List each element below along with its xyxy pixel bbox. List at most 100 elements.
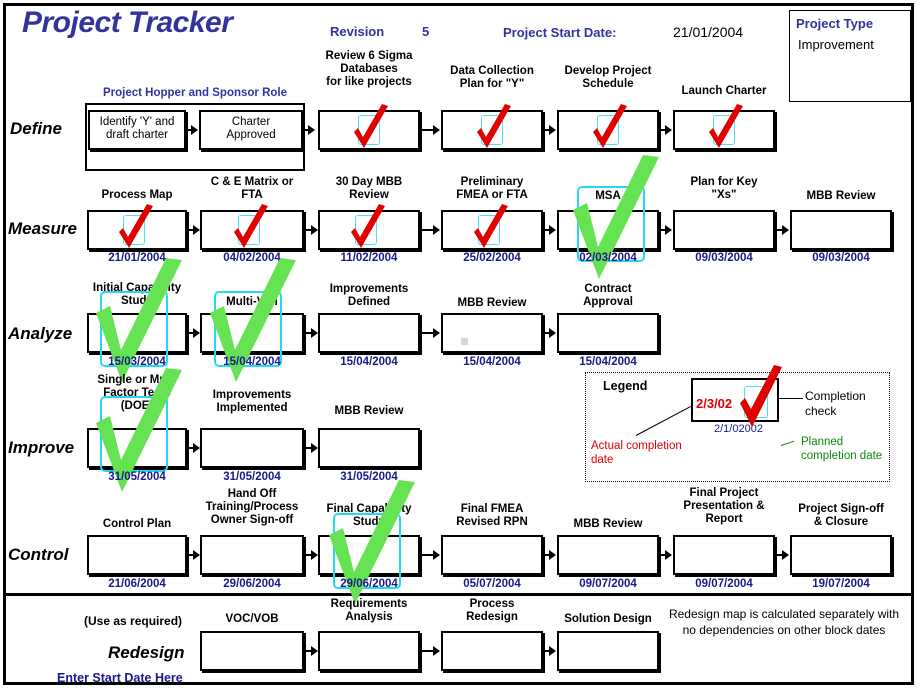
legend-completion-check-label: Completion check [805, 389, 866, 418]
arrow-define-4 [660, 125, 672, 135]
project-start-date-value[interactable]: 21/01/2004 [673, 24, 743, 40]
process-box-control-plan[interactable] [87, 535, 187, 575]
box-label-review-6sigma: Review 6 Sigma Databases for like projects [325, 50, 413, 88]
cyan-mark-define-2 [358, 115, 380, 145]
box-date-project-signoff: 19/07/2004 [812, 578, 870, 590]
process-box-solution-design[interactable] [557, 631, 659, 671]
process-box-project-signoff[interactable] [790, 535, 892, 575]
process-box-hand-off[interactable] [200, 535, 304, 575]
process-box-requirements-analysis[interactable] [318, 631, 420, 671]
process-box-contract-approval[interactable] [557, 313, 659, 353]
process-box-mbb-review-control[interactable] [557, 535, 659, 575]
process-box-mbb-review-improve[interactable] [318, 428, 420, 468]
phase-label-improve: Improve [8, 438, 75, 457]
box-date-improvements-implemented: 31/05/2004 [223, 471, 281, 483]
cyan-mark-measure-2 [355, 215, 377, 245]
redesign-note: Redesign map is calculated separately wi… [668, 607, 900, 637]
row-separator-redesign [3, 593, 914, 596]
legend-cyan-mark [744, 386, 768, 418]
arrow-control-3 [544, 550, 556, 560]
box-label-mbb-review-improve: MBB Review [334, 405, 404, 417]
box-label-requirements-analysis: Requirements Analysis [330, 598, 408, 623]
legend-leader-planned [780, 440, 795, 446]
artifact-square [461, 338, 468, 345]
legend-panel: Legend 2/3/02 2/1/02002 Completion check … [585, 365, 890, 482]
box-label-mbb-review-measure: MBB Review [806, 190, 876, 202]
box-date-mbb-review-analyze: 15/04/2004 [463, 356, 521, 368]
arrow-measure-0 [188, 225, 200, 235]
box-label-final-fmea: Final FMEA Revised RPN [456, 503, 528, 528]
box-date-final-presentation: 09/07/2004 [695, 578, 753, 590]
process-box-plan-key-xs[interactable] [673, 210, 775, 250]
process-box-mbb-review-analyze[interactable] [441, 313, 543, 353]
box-text-identify-y: Identify 'Y' and draft charter [99, 116, 175, 141]
arrow-control-4 [660, 550, 672, 560]
box-label-process-map: Process Map [101, 189, 173, 201]
arrow-analyze-0 [188, 328, 200, 338]
arrow-redesign-2 [544, 646, 556, 656]
box-label-control-plan: Control Plan [102, 518, 172, 530]
hopper-label: Project Hopper and Sponsor Role [102, 87, 288, 99]
cyan-mark-improve-0 [100, 396, 168, 472]
project-start-date-label: Project Start Date: [503, 25, 617, 40]
box-date-plan-key-xs: 09/03/2004 [695, 252, 753, 264]
box-date-improvements-defined: 15/04/2004 [340, 356, 398, 368]
legend-leader-actual [635, 405, 691, 436]
box-date-hand-off: 29/06/2004 [223, 578, 281, 590]
enter-start-date-link[interactable]: Enter Start Date Here [57, 671, 183, 685]
box-label-launch-charter: Launch Charter [681, 85, 767, 97]
process-box-improvements-implemented[interactable] [200, 428, 304, 468]
process-box-process-redesign[interactable] [441, 631, 543, 671]
process-box-improvements-defined[interactable] [318, 313, 420, 353]
project-type-value[interactable]: Improvement [798, 37, 874, 52]
arrow-measure-3 [544, 225, 556, 235]
box-date-process-map: 21/01/2004 [108, 252, 166, 264]
box-date-initial-capability: 15/03/2004 [108, 356, 166, 368]
box-date-control-plan: 21/06/2004 [108, 578, 166, 590]
project-type-box: Project Type Improvement [789, 10, 911, 102]
arrow-analyze-1 [305, 328, 318, 338]
revision-label: Revision [330, 24, 385, 39]
arrow-control-5 [776, 550, 789, 560]
use-as-required-label: (Use as required) [84, 614, 183, 628]
box-label-mbb-review-control: MBB Review [573, 518, 643, 530]
box-date-mbb-review-measure: 09/03/2004 [812, 252, 870, 264]
process-box-voc-vob[interactable] [200, 631, 304, 671]
phase-label-control: Control [8, 545, 69, 564]
box-label-data-collection: Data Collection Plan for "Y" [450, 65, 534, 90]
box-label-improvements-implemented: Improvements Implemented [212, 389, 292, 414]
legend-planned-label: Planned completion date [801, 436, 883, 462]
arrow-define-3 [544, 125, 556, 135]
arrow-measure-5 [776, 225, 789, 235]
box-date-30day-mbb: 11/02/2004 [340, 252, 398, 264]
arrow-define-1 [304, 125, 315, 135]
legend-planned-date: 2/1/02002 [714, 423, 763, 435]
cyan-mark-measure-4 [577, 186, 645, 262]
arrow-improve-0 [188, 443, 200, 453]
process-box-final-fmea[interactable] [441, 535, 543, 575]
box-date-contract-approval: 15/04/2004 [579, 356, 637, 368]
arrow-control-0 [188, 550, 200, 560]
process-box-final-presentation[interactable] [673, 535, 775, 575]
cyan-mark-measure-1 [238, 215, 260, 245]
revision-value[interactable]: 5 [422, 24, 429, 39]
cyan-mark-measure-0 [123, 215, 145, 245]
cyan-mark-measure-3 [478, 215, 500, 245]
box-label-final-presentation: Final Project Presentation & Report [683, 487, 765, 525]
box-label-mbb-review-analyze: MBB Review [457, 297, 527, 309]
arrow-measure-2 [421, 225, 440, 235]
arrow-improve-1 [305, 443, 318, 453]
legend-leader-completion [779, 398, 803, 399]
box-label-contract-approval: Contract Approval [583, 283, 633, 308]
process-box-mbb-review-measure[interactable] [790, 210, 892, 250]
box-label-voc-vob: VOC/VOB [225, 613, 279, 625]
box-label-ce-matrix: C & E Matrix or FTA [210, 176, 294, 201]
phase-label-define: Define [10, 119, 62, 138]
box-label-process-redesign: Process Redesign [466, 598, 518, 623]
arrow-define-0 [187, 125, 198, 135]
box-date-prelim-fmea: 25/02/2004 [463, 252, 521, 264]
cyan-mark-define-5 [713, 115, 735, 145]
arrow-analyze-2 [421, 328, 440, 338]
project-type-label: Project Type [796, 16, 874, 31]
box-label-develop-schedule: Develop Project Schedule [564, 65, 652, 90]
